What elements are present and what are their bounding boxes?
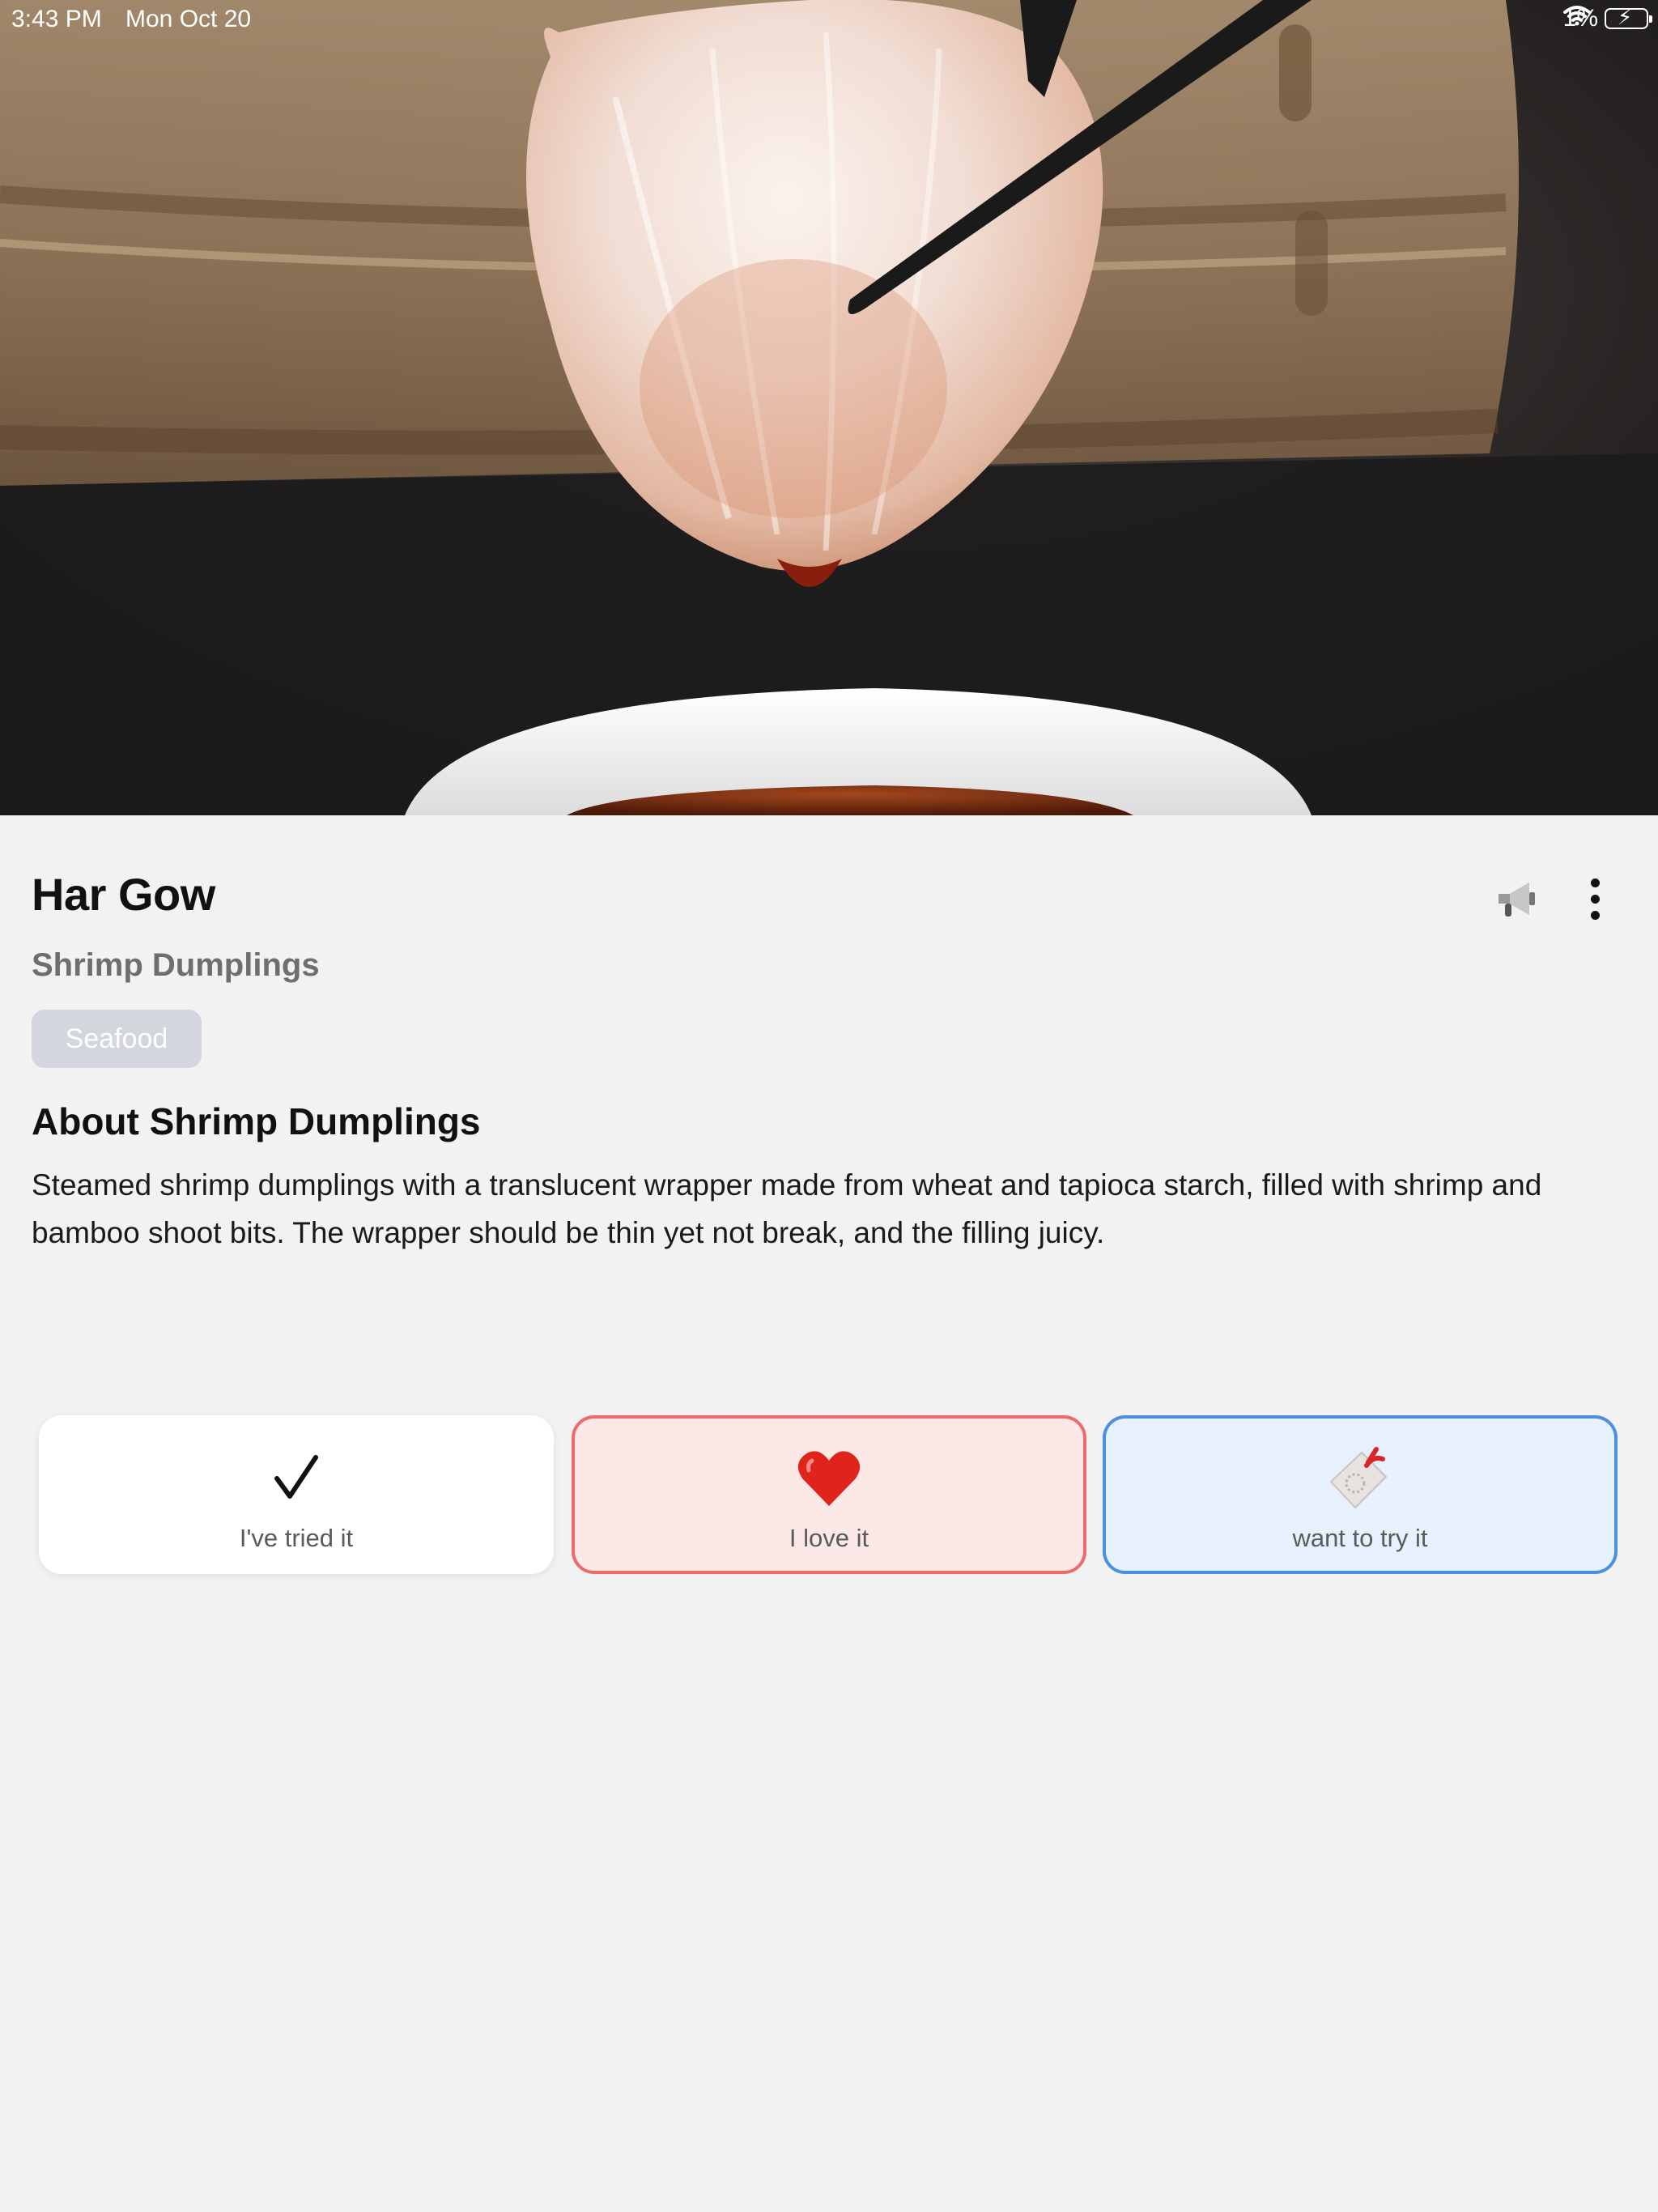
love-it-label: I love it	[789, 1524, 869, 1552]
about-heading: About Shrimp Dumplings	[32, 1100, 481, 1142]
want-to-try-label: want to try it	[1292, 1524, 1428, 1552]
status-date: Mon Oct 20	[125, 6, 252, 32]
dish-detail-screen: 3:43 PM Mon Oct 20 1% ⚡ Har Gow Shrimp D…	[0, 0, 1658, 2212]
status-time: 3:43 PM	[11, 6, 102, 32]
want-to-try-button[interactable]: want to try it	[1103, 1415, 1618, 1574]
status-bar: 3:43 PM Mon Oct 20 1% ⚡	[0, 0, 1658, 39]
love-it-button[interactable]: I love it	[572, 1415, 1086, 1574]
speaker-icon	[1499, 883, 1535, 917]
more-vertical-icon	[1590, 878, 1600, 920]
more-options-button[interactable]	[1571, 870, 1619, 927]
dish-title: Har Gow	[32, 869, 215, 920]
status-indicators: 1% ⚡	[1562, 5, 1652, 32]
tried-it-button[interactable]: I've tried it	[39, 1415, 554, 1574]
bookmark-tag-icon	[1326, 1446, 1394, 1511]
category-tag[interactable]: Seafood	[32, 1010, 202, 1068]
dish-subtitle: Shrimp Dumplings	[32, 947, 320, 983]
wifi-icon	[1562, 6, 1591, 26]
dish-description: Steamed shrimp dumplings with a transluc…	[32, 1168, 1542, 1249]
dumpling-photo	[0, 0, 1658, 815]
speaker-button[interactable]	[1488, 870, 1545, 927]
dish-hero-image: 3:43 PM Mon Oct 20 1% ⚡	[0, 0, 1658, 815]
battery-icon: ⚡	[1605, 5, 1652, 29]
checkmark-icon	[272, 1446, 321, 1511]
tried-it-label: I've tried it	[239, 1524, 354, 1552]
heart-icon	[797, 1446, 861, 1511]
